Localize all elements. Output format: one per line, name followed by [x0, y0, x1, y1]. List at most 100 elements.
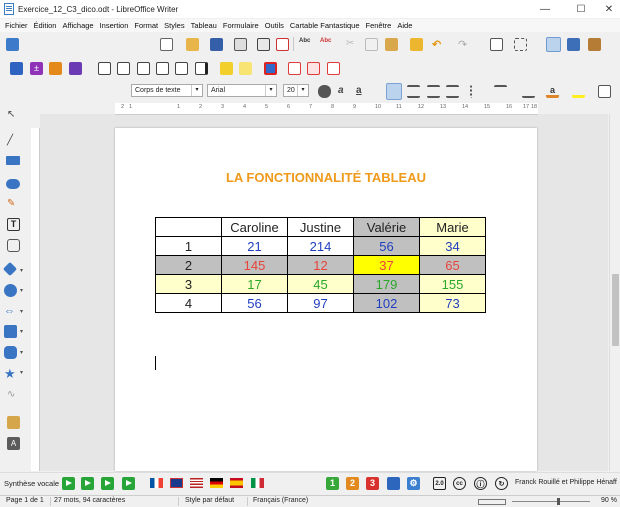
- cartable-lines-icon[interactable]: [10, 62, 23, 75]
- status-page-style[interactable]: Style par défaut: [185, 497, 234, 504]
- header-cell[interactable]: [155, 217, 222, 237]
- header-cell[interactable]: Justine: [287, 217, 354, 237]
- header-cell[interactable]: Caroline: [221, 217, 288, 237]
- zoom-slider-handle[interactable]: [557, 498, 560, 505]
- row-label-cell[interactable]: 1: [155, 236, 222, 256]
- close-button[interactable]: ✕: [594, 0, 620, 18]
- cartable-plusminus-icon[interactable]: ±: [30, 62, 43, 75]
- menu-aide[interactable]: Aide: [397, 21, 412, 30]
- gallery-icon[interactable]: [588, 38, 601, 51]
- chevron-down-icon[interactable]: ▾: [20, 267, 23, 274]
- menu-styles[interactable]: Styles: [164, 21, 184, 30]
- basic-shapes-icon[interactable]: [2, 261, 18, 277]
- flag-spain-icon[interactable]: [230, 478, 243, 488]
- header-cell[interactable]: Valérie: [353, 217, 420, 237]
- table-style-4-icon[interactable]: [156, 62, 169, 75]
- menu-format[interactable]: Format: [134, 21, 158, 30]
- stop-icon[interactable]: [81, 477, 94, 490]
- align-center-icon[interactable]: [407, 85, 420, 98]
- table-style-5-icon[interactable]: [175, 62, 188, 75]
- clone-formatting-icon[interactable]: [410, 38, 423, 51]
- next-icon[interactable]: [122, 477, 135, 490]
- menu-cartable-fantastique[interactable]: Cartable Fantastique: [290, 21, 360, 30]
- table-cell[interactable]: 179: [353, 274, 420, 294]
- menu-outils[interactable]: Outils: [265, 21, 284, 30]
- grid-red-fill-icon[interactable]: [307, 62, 320, 75]
- data-table[interactable]: Caroline Justine Valérie Marie 1 21 214 …: [155, 217, 486, 313]
- eraser-icon[interactable]: [264, 62, 277, 75]
- table-cell[interactable]: 155: [419, 274, 486, 294]
- export-icon[interactable]: [234, 38, 247, 51]
- table-style-6-icon[interactable]: [195, 62, 208, 75]
- table-cell[interactable]: 37: [353, 255, 420, 275]
- symbol-shapes-icon[interactable]: [4, 284, 17, 297]
- zoom-slider[interactable]: [512, 501, 590, 502]
- cartable-draw-icon[interactable]: [49, 62, 62, 75]
- fontwork-icon[interactable]: [7, 416, 20, 429]
- cut-icon[interactable]: ✂: [346, 38, 359, 51]
- align-right-icon[interactable]: [427, 85, 440, 98]
- table-cell[interactable]: 145: [221, 255, 288, 275]
- menu-fichier[interactable]: Fichier: [5, 21, 28, 30]
- font-color-icon[interactable]: a: [546, 85, 559, 98]
- table-cell[interactable]: 73: [419, 293, 486, 313]
- document-page[interactable]: LA FONCTIONNALITÉ TABLEAU Caroline Justi…: [115, 128, 537, 471]
- pencil-icon[interactable]: ✎: [7, 198, 20, 211]
- highlight-yellow-icon[interactable]: [220, 62, 233, 75]
- callout-icon[interactable]: [7, 239, 20, 252]
- auto-spellcheck-icon[interactable]: Abc: [320, 38, 333, 51]
- justify-icon[interactable]: [446, 85, 459, 98]
- line-icon[interactable]: ╱: [7, 135, 20, 148]
- scrollbar-thumb[interactable]: [612, 274, 619, 346]
- vertical-scrollbar[interactable]: [609, 114, 620, 471]
- ellipse-icon[interactable]: [6, 179, 20, 189]
- stars-icon[interactable]: ★: [4, 366, 17, 381]
- paragraph-box-icon[interactable]: [598, 85, 611, 98]
- view-layout-icon[interactable]: [478, 499, 506, 505]
- table-cell[interactable]: 45: [287, 274, 354, 294]
- level-1-icon[interactable]: 1: [326, 477, 339, 490]
- row-label-cell[interactable]: 4: [155, 293, 222, 313]
- table-cell[interactable]: 65: [419, 255, 486, 275]
- select-arrow-icon[interactable]: ↖: [7, 109, 20, 122]
- flag-germany-icon[interactable]: [210, 478, 223, 488]
- copy-icon[interactable]: [365, 38, 378, 51]
- settings-gear-icon[interactable]: ⚙: [407, 477, 420, 490]
- bold-icon[interactable]: [318, 85, 331, 98]
- open-folder-icon[interactable]: [186, 38, 199, 51]
- cartable-stats-icon[interactable]: [69, 62, 82, 75]
- document-icon[interactable]: [387, 477, 400, 490]
- font-name-select[interactable]: Arial ▾: [207, 84, 277, 97]
- horizontal-ruler[interactable]: 1 2 1 2 3 4 5 6 7 8 9 10 11 12 13 14 15 …: [115, 103, 538, 115]
- menu-fenetre[interactable]: Fenêtre: [366, 21, 392, 30]
- table-style-1-icon[interactable]: [98, 62, 111, 75]
- menu-insertion[interactable]: Insertion: [100, 21, 129, 30]
- chevron-down-icon[interactable]: ▾: [20, 287, 23, 294]
- status-language[interactable]: Français (France): [253, 497, 308, 504]
- align-left-icon[interactable]: [386, 83, 402, 100]
- table-style-2-icon[interactable]: [117, 62, 130, 75]
- table-cell[interactable]: 21: [221, 236, 288, 256]
- block-arrows-icon[interactable]: ⇔: [4, 305, 17, 318]
- flowchart-icon[interactable]: [4, 325, 17, 338]
- callout-shapes-icon[interactable]: [4, 346, 17, 359]
- new-document-icon[interactable]: [160, 38, 173, 51]
- text-box-icon[interactable]: T: [7, 218, 20, 231]
- increase-indent-icon[interactable]: [494, 85, 507, 98]
- row-label-cell[interactable]: 3: [155, 274, 222, 294]
- paste-icon[interactable]: [385, 38, 398, 51]
- flag-italy-icon[interactable]: [251, 478, 264, 488]
- chevron-down-icon[interactable]: ▾: [20, 308, 23, 315]
- insert-image-icon[interactable]: [514, 38, 527, 51]
- table-style-3-icon[interactable]: [137, 62, 150, 75]
- play-icon[interactable]: [62, 477, 75, 490]
- chevron-down-icon[interactable]: ▾: [20, 349, 23, 356]
- italic-icon[interactable]: a: [338, 85, 351, 98]
- table-cell[interactable]: 56: [353, 236, 420, 256]
- curve-icon[interactable]: ∿: [7, 389, 20, 402]
- redo-icon[interactable]: ↷: [458, 38, 471, 51]
- menu-tableau[interactable]: Tableau: [191, 21, 217, 30]
- flag-usa-icon[interactable]: [190, 478, 203, 488]
- insert-table-icon[interactable]: [490, 38, 503, 51]
- highlighting-icon[interactable]: [572, 85, 585, 98]
